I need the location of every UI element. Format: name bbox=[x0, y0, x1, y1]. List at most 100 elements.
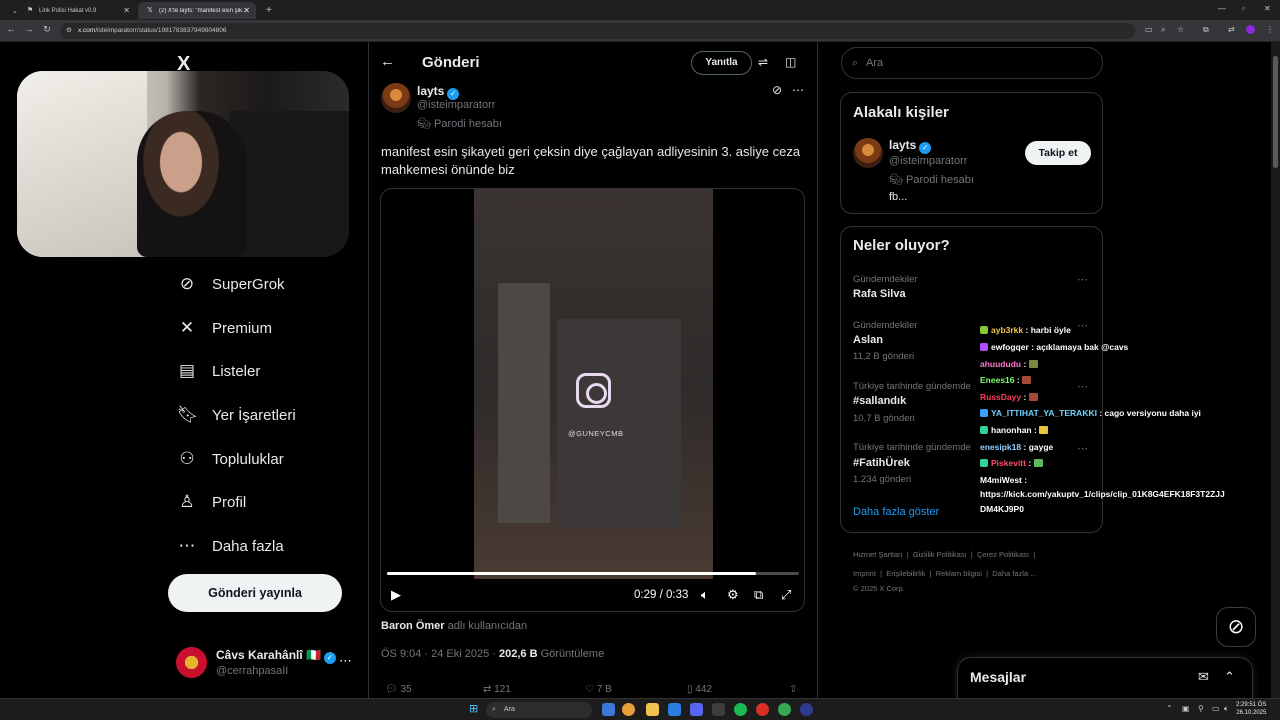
forward-icon[interactable]: → bbox=[22, 24, 36, 34]
network-icon[interactable]: ▭ bbox=[1212, 704, 1220, 713]
chat-username: RussDayy bbox=[980, 392, 1022, 402]
reload-icon[interactable]: ↻ bbox=[40, 24, 54, 35]
browser-tab-2[interactable]: 𝕏 (2) X'te layts: "manifest esin şik... … bbox=[138, 2, 256, 19]
volume-icon[interactable]: 🔈︎ bbox=[701, 587, 709, 603]
related-person-handle[interactable]: @isteimparatorr bbox=[889, 155, 967, 167]
taskbar-app-icon[interactable] bbox=[800, 703, 813, 716]
account-more-icon[interactable]: ⋯ bbox=[339, 653, 352, 669]
new-tab-button[interactable]: + bbox=[258, 2, 274, 19]
footer-link-terms[interactable]: Hizmet Şartları bbox=[853, 550, 903, 559]
zoom-icon[interactable]: ⌕ bbox=[1161, 25, 1165, 35]
browser-tab-1[interactable]: ⚑ Link Polisi Hakat v0.9 ✕ bbox=[18, 2, 136, 19]
nav-item-premium[interactable]: ✕ Premium bbox=[177, 313, 272, 343]
windows-start-icon[interactable]: ⊞ bbox=[469, 702, 478, 715]
nav-item-supergrok[interactable]: ⊘ SuperGrok bbox=[177, 269, 285, 299]
author-avatar[interactable] bbox=[381, 83, 411, 113]
related-name-row[interactable]: layts ✓ bbox=[889, 138, 932, 154]
like-action[interactable]: ♡ 7 B bbox=[585, 684, 612, 695]
tray-app-icon[interactable]: ▣ bbox=[1182, 704, 1190, 713]
sliders-icon[interactable]: ⇌ bbox=[758, 55, 768, 69]
taskbar-app-icon[interactable] bbox=[602, 703, 615, 716]
trend-more-icon[interactable]: ⋯ bbox=[1077, 380, 1088, 393]
page-scrollbar[interactable] bbox=[1271, 42, 1280, 698]
grok-float-button[interactable]: ⊘ bbox=[1216, 607, 1256, 647]
edge-icon[interactable] bbox=[668, 703, 681, 716]
tray-app-icon[interactable]: ⚲ bbox=[1198, 704, 1204, 713]
footer-link-ads[interactable]: Reklam bilgisi bbox=[936, 569, 982, 578]
follow-button[interactable]: Takip et bbox=[1025, 141, 1091, 165]
nav-item-lists[interactable]: ▤ Listeler bbox=[177, 356, 260, 386]
settings-icon[interactable]: ⚙ bbox=[727, 587, 739, 603]
footer-link-more[interactable]: Daha fazla ... bbox=[992, 569, 1036, 578]
extensions-icon[interactable]: ⧉ bbox=[1203, 25, 1209, 35]
back-arrow-icon[interactable]: ← bbox=[380, 53, 395, 70]
account-switcher[interactable]: Câvs Karahânlî 🇮🇹 ✓ @cerrahpasaII ⋯ bbox=[176, 645, 356, 681]
scrollbar-thumb[interactable] bbox=[1273, 56, 1278, 168]
browser-menu-icon[interactable]: ⋮ bbox=[1266, 25, 1274, 34]
tab-close-icon[interactable]: ✕ bbox=[123, 6, 130, 15]
picture-in-picture-icon[interactable]: ⧉ bbox=[754, 587, 763, 603]
trend-more-icon[interactable]: ⋯ bbox=[1077, 273, 1088, 286]
fullscreen-icon[interactable]: ⤢ bbox=[781, 587, 791, 603]
avatar[interactable] bbox=[853, 138, 883, 168]
nav-item-bookmarks[interactable]: 🔖︎ Yer İşaretleri bbox=[177, 400, 296, 430]
messages-drawer[interactable]: Mesajlar ✉ ⌃ bbox=[957, 657, 1253, 702]
tweet-more-icon[interactable]: ⋯ bbox=[792, 83, 804, 97]
nav-item-communities[interactable]: ⚇ Topluluklar bbox=[177, 444, 283, 474]
video-progress-bar[interactable] bbox=[387, 572, 799, 575]
tray-chevron-icon[interactable]: ⌃ bbox=[1166, 704, 1173, 713]
extension-icon[interactable]: ⇄ bbox=[1228, 25, 1235, 34]
taskbar-app-icon[interactable] bbox=[712, 703, 725, 716]
spotify-icon[interactable] bbox=[734, 703, 747, 716]
site-info-icon[interactable]: ⚙ bbox=[66, 23, 72, 39]
back-icon[interactable]: ← bbox=[4, 24, 18, 34]
trend-more-icon[interactable]: ⋯ bbox=[1077, 442, 1088, 455]
show-more-link[interactable]: Daha fazla göster bbox=[853, 506, 939, 518]
trend-more-icon[interactable]: ⋯ bbox=[1077, 319, 1088, 332]
play-icon[interactable]: ▶ bbox=[391, 587, 401, 603]
footer-link-privacy[interactable]: Gizlilik Politikası bbox=[913, 550, 967, 559]
cast-icon[interactable]: ▭ bbox=[1145, 25, 1153, 34]
file-explorer-icon[interactable] bbox=[646, 703, 659, 716]
bookmark-action[interactable]: ▯ 442 bbox=[687, 684, 712, 695]
grok-icon[interactable]: ⊘ bbox=[772, 83, 782, 97]
reader-view-icon[interactable]: ◫ bbox=[785, 55, 796, 69]
footer-link-cookies[interactable]: Çerez Politikası bbox=[977, 550, 1029, 559]
author-handle[interactable]: @isteimparatorr bbox=[417, 99, 495, 111]
reply-action[interactable]: 💬︎ 35 bbox=[385, 684, 412, 695]
tab-close-icon[interactable]: ✕ bbox=[243, 6, 250, 15]
profile-avatar-icon[interactable] bbox=[1246, 25, 1255, 34]
chrome-icon[interactable] bbox=[622, 703, 635, 716]
taskbar-app-icon[interactable] bbox=[778, 703, 791, 716]
url-field[interactable]: ⚙ x.com/isteimparatorr/status/1981783837… bbox=[60, 23, 1135, 39]
footer-link-imprint[interactable]: Imprint bbox=[853, 569, 876, 578]
nav-item-more[interactable]: ⋯ Daha fazla bbox=[177, 531, 284, 561]
volume-tray-icon[interactable]: 🔈︎ bbox=[1224, 704, 1229, 714]
reply-button[interactable]: Yanıtla bbox=[691, 51, 752, 75]
new-message-icon[interactable]: ✉ bbox=[1198, 669, 1209, 685]
footer-link-accessibility[interactable]: Erişilebilirlik bbox=[886, 569, 925, 578]
taskbar-clock[interactable]: 2:29:51 ÖS 26.10.2025 bbox=[1236, 701, 1266, 717]
taskbar-search[interactable]: ⌕ Ara bbox=[486, 702, 592, 718]
repost-count: 121 bbox=[494, 684, 511, 695]
maximize-icon[interactable]: ▫ bbox=[1242, 4, 1245, 13]
discord-icon[interactable] bbox=[690, 703, 703, 716]
chevron-up-icon[interactable]: ⌃ bbox=[1224, 669, 1235, 685]
repost-action[interactable]: ⇄ 121 bbox=[483, 684, 511, 695]
video-player[interactable]: @GUNEYCMB ▶ 0:29 / 0:33 🔈︎ ⚙ ⧉ ⤢ bbox=[380, 188, 805, 612]
close-window-icon[interactable]: ✕ bbox=[1264, 4, 1271, 13]
bookmark-star-icon[interactable]: ☆ bbox=[1177, 25, 1184, 34]
video-source-user[interactable]: Baron Ömer bbox=[381, 620, 445, 632]
search-input[interactable]: ⌕ Ara bbox=[841, 47, 1103, 79]
minimize-icon[interactable]: — bbox=[1218, 4, 1226, 13]
share-icon[interactable]: ⇧ bbox=[789, 684, 797, 695]
tweet-timestamp[interactable]: ÖS 9:04 · 24 Eki 2025 · bbox=[381, 648, 496, 660]
chat-username: hanonhan bbox=[991, 425, 1032, 435]
trend-count: 1.234 gönderi bbox=[853, 474, 912, 485]
author-name-row[interactable]: layts ✓ bbox=[417, 84, 460, 100]
post-button[interactable]: Gönderi yayınla bbox=[168, 574, 342, 612]
chat-text: : bbox=[1023, 392, 1027, 402]
address-bar-row: ← → ↻ ⚙ x.com/isteimparatorr/status/1981… bbox=[0, 20, 1280, 42]
taskbar-app-icon[interactable] bbox=[756, 703, 769, 716]
nav-item-profile[interactable]: ♙ Profil bbox=[177, 487, 246, 517]
